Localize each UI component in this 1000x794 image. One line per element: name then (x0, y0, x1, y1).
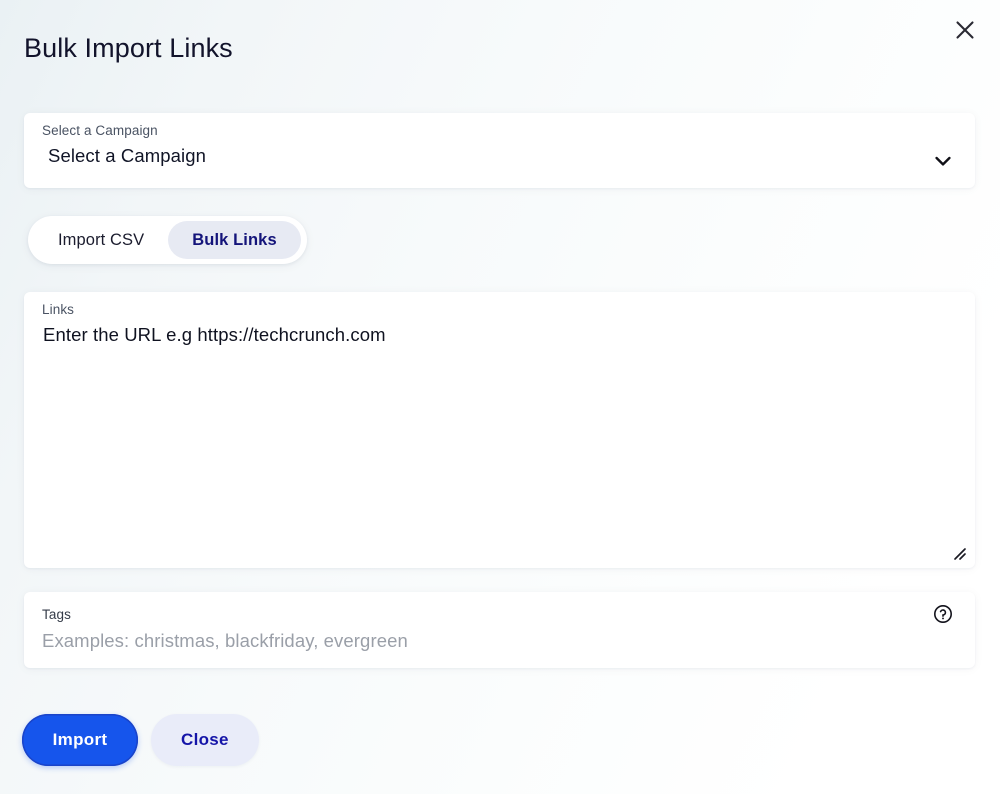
tab-bulk-links[interactable]: Bulk Links (168, 221, 300, 259)
campaign-select[interactable]: Select a Campaign Select a Campaign (24, 113, 975, 188)
close-icon[interactable] (948, 13, 982, 47)
resize-handle-icon[interactable] (951, 545, 967, 561)
tags-input[interactable]: Examples: christmas, blackfriday, evergr… (42, 630, 408, 652)
modal-footer: Import Close (22, 714, 259, 766)
tags-field-card[interactable]: Tags Examples: christmas, blackfriday, e… (24, 592, 975, 668)
import-mode-tabs: Import CSV Bulk Links (28, 216, 307, 264)
import-button[interactable]: Import (22, 714, 138, 766)
help-circle-icon[interactable] (933, 604, 953, 624)
campaign-select-label: Select a Campaign (42, 123, 158, 138)
links-label: Links (42, 302, 74, 317)
close-button[interactable]: Close (151, 714, 259, 766)
campaign-select-value: Select a Campaign (48, 145, 206, 167)
bulk-import-links-modal: Bulk Import Links Select a Campaign Sele… (0, 0, 1000, 794)
chevron-down-icon[interactable] (933, 154, 953, 168)
links-textarea-card[interactable]: Links Enter the URL e.g https://techcrun… (24, 292, 975, 568)
modal-header: Bulk Import Links (0, 0, 1000, 92)
page-title: Bulk Import Links (24, 33, 233, 64)
tab-import-csv[interactable]: Import CSV (34, 221, 168, 259)
links-input[interactable]: Enter the URL e.g https://techcrunch.com (43, 324, 386, 346)
tags-label: Tags (42, 607, 71, 622)
